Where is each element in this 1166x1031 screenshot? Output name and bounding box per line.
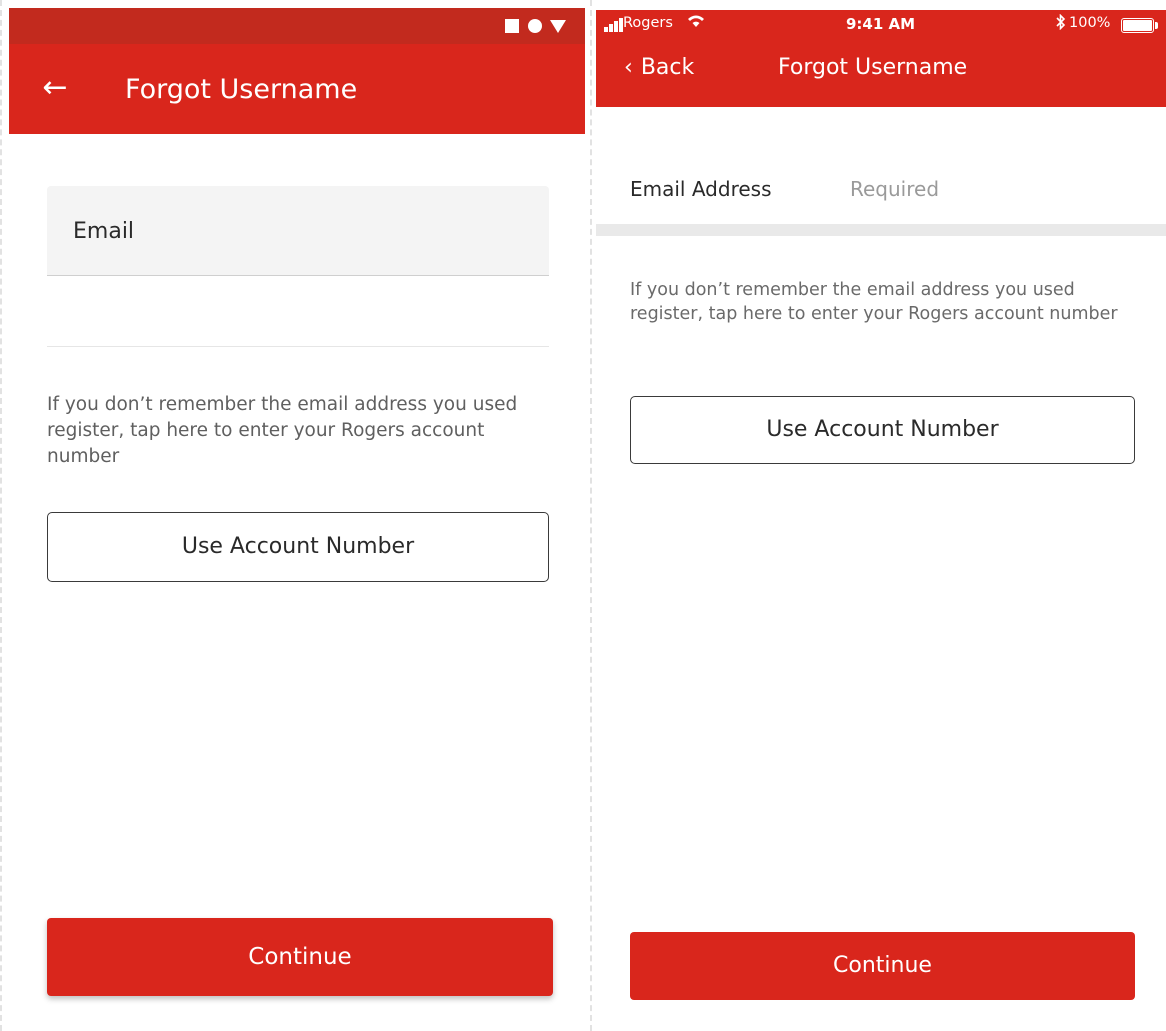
bluetooth-icon <box>1056 13 1066 34</box>
chevron-left-icon: ‹ <box>624 55 633 80</box>
back-button[interactable]: ‹ Back <box>624 54 694 82</box>
use-account-number-button[interactable]: Use Account Number <box>630 396 1135 464</box>
divider <box>47 346 549 347</box>
android-status-bar <box>9 8 585 44</box>
back-label: Back <box>640 55 695 80</box>
status-time: 9:41 AM <box>846 15 916 33</box>
android-app-bar: ← Forgot Username <box>9 44 585 134</box>
ios-nav-header: Rogers 9:41 AM 100% ‹ Back Forgot Usernam… <box>596 10 1166 107</box>
section-separator <box>596 224 1166 236</box>
continue-button[interactable]: Continue <box>630 932 1135 1000</box>
android-screen: ← Forgot Username Email If you don’t rem… <box>9 8 585 1031</box>
wifi-icon <box>687 14 705 32</box>
left-dashed-border <box>0 0 2 1031</box>
email-field-label: Email <box>73 219 135 244</box>
help-text: If you don’t remember the email address … <box>47 394 518 467</box>
page-title: Forgot Username <box>125 74 358 105</box>
email-field[interactable]: Email <box>47 186 549 276</box>
screen-separator <box>590 0 592 1031</box>
battery-percentage: 100% <box>1069 15 1111 31</box>
battery-icon <box>1121 18 1154 33</box>
back-arrow-icon[interactable]: ← <box>37 70 73 106</box>
circle-icon <box>528 19 542 33</box>
battery-tip <box>1155 22 1158 29</box>
email-address-label: Email Address <box>630 177 772 201</box>
carrier-name: Rogers <box>623 15 673 31</box>
page-title: Forgot Username <box>778 55 968 80</box>
square-icon <box>505 19 519 33</box>
triangle-down-icon <box>550 20 566 33</box>
use-account-number-button[interactable]: Use Account Number <box>47 512 549 582</box>
continue-button[interactable]: Continue <box>47 918 553 996</box>
email-address-input[interactable]: Required <box>850 177 939 201</box>
ios-screen: Rogers 9:41 AM 100% ‹ Back Forgot Usernam… <box>596 10 1166 1031</box>
help-text: If you don’t remember the email address … <box>630 280 1118 324</box>
